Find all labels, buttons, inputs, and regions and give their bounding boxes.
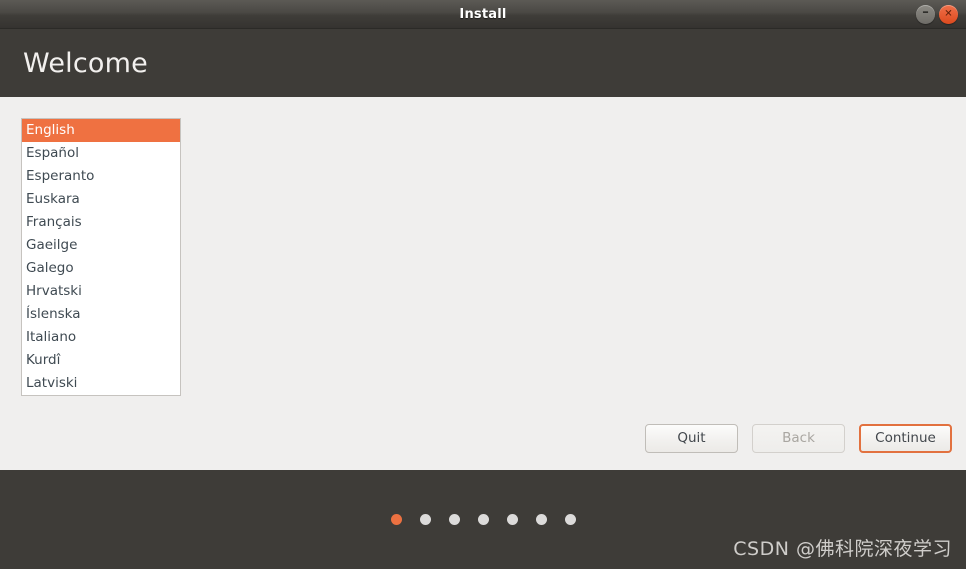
- step-dot[interactable]: [477, 514, 489, 525]
- window-title: Install: [459, 7, 507, 22]
- language-list-item[interactable]: Esperanto: [22, 165, 180, 188]
- main-content: English Español Esperanto Euskara Français Ga…: [0, 97, 966, 470]
- window-controls: – ✕: [916, 5, 958, 24]
- quit-button[interactable]: Quit: [645, 424, 738, 453]
- language-list-item[interactable]: Galego: [22, 257, 180, 280]
- language-list-item[interactable]: English: [22, 119, 180, 142]
- language-list-item[interactable]: Latviski: [22, 372, 180, 395]
- language-list-item[interactable]: Kurdî: [22, 349, 180, 372]
- minimize-icon: –: [922, 5, 929, 20]
- footer: CSDN @佛科院深夜学习: [0, 470, 966, 569]
- page-title: Welcome: [23, 48, 148, 79]
- step-dot[interactable]: [419, 514, 431, 525]
- continue-button[interactable]: Continue: [859, 424, 952, 453]
- language-list-item[interactable]: Español: [22, 142, 180, 165]
- back-button: Back: [752, 424, 845, 453]
- step-dot[interactable]: [506, 514, 518, 525]
- install-window: Install – ✕ Welcome English Español Espera…: [0, 0, 966, 569]
- language-list[interactable]: English Español Esperanto Euskara Français Ga…: [21, 118, 181, 396]
- language-list-item[interactable]: Euskara: [22, 188, 180, 211]
- close-icon: ✕: [944, 8, 953, 19]
- step-dot[interactable]: [564, 514, 576, 525]
- title-bar: Install – ✕: [0, 0, 966, 29]
- minimize-button[interactable]: –: [916, 5, 935, 24]
- watermark-text: CSDN @佛科院深夜学习: [733, 538, 952, 560]
- step-indicator: [0, 514, 966, 525]
- close-button[interactable]: ✕: [939, 5, 958, 24]
- step-dot[interactable]: [535, 514, 547, 525]
- navigation-buttons: Quit Back Continue: [645, 424, 952, 453]
- step-dot[interactable]: [448, 514, 460, 525]
- step-dot[interactable]: [390, 514, 402, 525]
- language-list-item[interactable]: Gaeilge: [22, 234, 180, 257]
- language-list-item[interactable]: Français: [22, 211, 180, 234]
- language-list-item[interactable]: Hrvatski: [22, 280, 180, 303]
- page-header: Welcome: [0, 29, 966, 97]
- language-list-item[interactable]: Íslenska: [22, 303, 180, 326]
- language-list-item[interactable]: Italiano: [22, 326, 180, 349]
